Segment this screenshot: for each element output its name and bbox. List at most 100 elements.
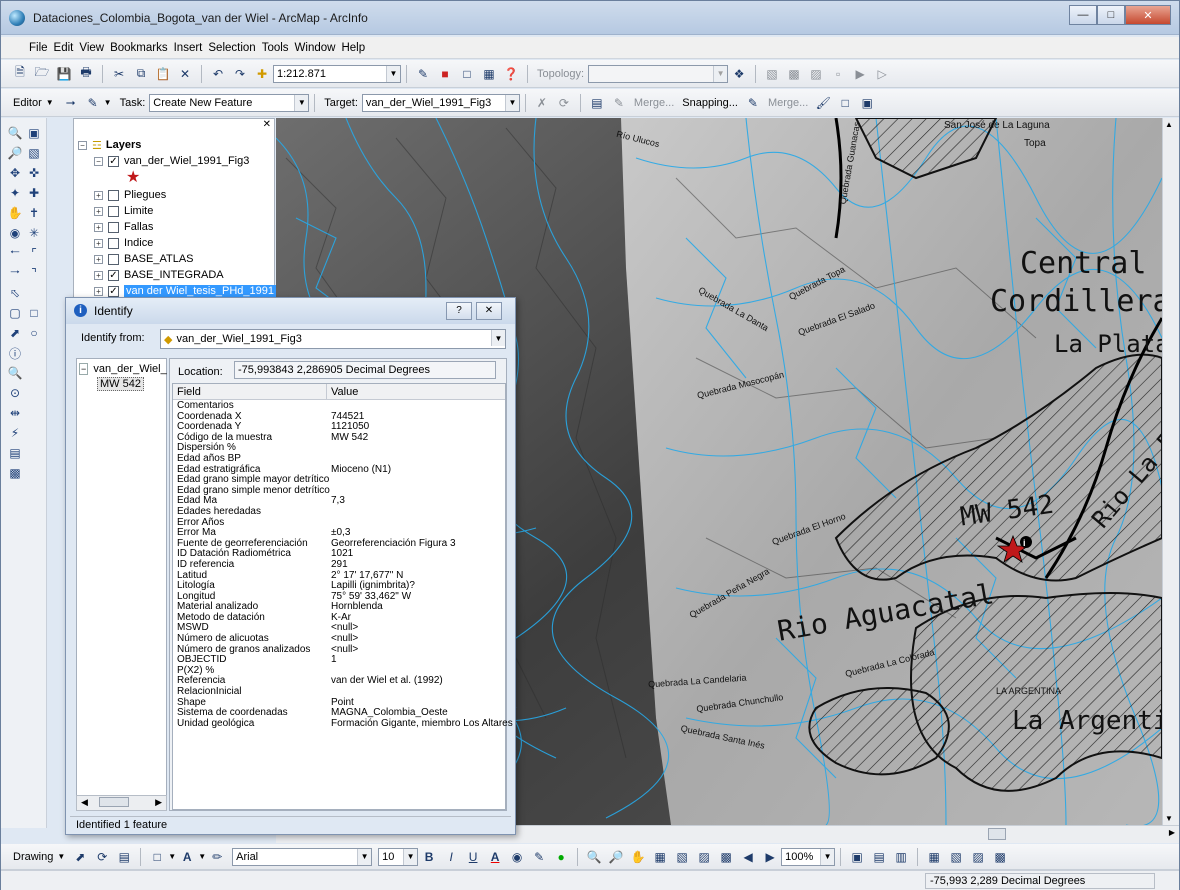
- expand-icon[interactable]: +: [94, 254, 103, 264]
- ungroup-icon[interactable]: ▩: [991, 848, 1009, 866]
- brush-icon[interactable]: 🖌: [814, 94, 832, 112]
- rectangle-icon[interactable]: □: [25, 304, 43, 322]
- scroll-thumb[interactable]: [988, 828, 1006, 840]
- pin-icon[interactable]: ✝: [25, 204, 43, 222]
- toc-layers-root[interactable]: − ☲ Layers: [78, 137, 141, 153]
- snapping-button[interactable]: Snapping...: [682, 97, 738, 109]
- italic-icon[interactable]: I: [442, 848, 460, 866]
- fill-color-icon[interactable]: ◉: [508, 848, 526, 866]
- forward-extent-icon[interactable]: 🠂: [6, 264, 24, 282]
- add-data-icon[interactable]: ✚: [253, 65, 271, 83]
- fixed-zoom-icon[interactable]: ▦: [651, 848, 669, 866]
- error-inspector-icon[interactable]: ▷: [873, 65, 891, 83]
- hand-pan-icon[interactable]: ✋: [6, 204, 24, 222]
- back-extent-icon[interactable]: 🠀: [6, 244, 24, 262]
- open-folder-icon[interactable]: 🗁: [33, 65, 51, 83]
- identify-from-combo[interactable]: ◆ van_der_Wiel_1991_Fig3 ▼: [160, 329, 506, 349]
- menu-file[interactable]: File: [29, 42, 48, 54]
- pan-cross-icon[interactable]: ✚: [25, 184, 43, 202]
- distribute-icon[interactable]: ▧: [947, 848, 965, 866]
- layer-checkbox[interactable]: [108, 205, 119, 217]
- align-icon[interactable]: ▦: [925, 848, 943, 866]
- zoom-100-icon[interactable]: ▩: [717, 848, 735, 866]
- table-row[interactable]: Unidad geológica Formación Gigante, miemb…: [173, 718, 513, 730]
- toc-layer[interactable]: + ✓ BASE_INTEGRADA: [94, 267, 224, 283]
- command-line-icon[interactable]: □: [458, 65, 476, 83]
- table-row[interactable]: ID referencia 291: [173, 559, 505, 571]
- layer-checkbox[interactable]: [108, 237, 119, 249]
- line-color-icon[interactable]: ✎: [530, 848, 548, 866]
- full-extent-icon[interactable]: ✦: [6, 184, 24, 202]
- pan-page-icon[interactable]: ✋: [629, 848, 647, 866]
- edit-tool-icon[interactable]: ⭢: [62, 94, 80, 112]
- field-column-header[interactable]: Field: [177, 386, 201, 398]
- tree-horizontal-scrollbar[interactable]: ◀ ▶: [76, 795, 167, 811]
- globe-icon[interactable]: ◉: [6, 224, 24, 242]
- copy-icon[interactable]: ⧉: [132, 65, 150, 83]
- attributes-icon[interactable]: ▤: [588, 94, 606, 112]
- rotate-icon[interactable]: ⟳: [93, 848, 111, 866]
- font-color-icon[interactable]: A: [486, 848, 504, 866]
- text-tool-icon[interactable]: A: [178, 848, 196, 866]
- validate-icon[interactable]: ▫: [829, 65, 847, 83]
- whats-this-icon[interactable]: ❓: [502, 65, 520, 83]
- change-layout-icon[interactable]: ▥: [892, 848, 910, 866]
- editor-toolbar-icon[interactable]: ✎: [414, 65, 432, 83]
- html-popup-icon[interactable]: ▤: [6, 444, 24, 462]
- expand-icon[interactable]: +: [94, 206, 103, 216]
- clear-selection-icon[interactable]: ▢: [6, 304, 24, 322]
- minimize-button[interactable]: —: [1069, 5, 1097, 25]
- font-size-combo[interactable]: 10 ▼: [378, 847, 419, 866]
- rectangle-icon[interactable]: □: [148, 848, 166, 866]
- save-icon[interactable]: 💾: [55, 65, 73, 83]
- sketch-tool-2-icon[interactable]: ✎: [744, 94, 762, 112]
- sketch-properties-icon[interactable]: ✎: [610, 94, 628, 112]
- undo-icon[interactable]: ↶: [209, 65, 227, 83]
- select-features-icon[interactable]: ⬁: [6, 284, 24, 302]
- measure-ruler-icon[interactable]: ⇹: [6, 404, 24, 422]
- split-tool-icon[interactable]: ✗: [533, 94, 551, 112]
- scroll-left-icon[interactable]: ◀: [81, 797, 88, 808]
- pan-extent-icon[interactable]: ✥: [6, 164, 24, 182]
- menu-help[interactable]: Help: [341, 42, 365, 54]
- menu-edit[interactable]: Edit: [54, 42, 74, 54]
- tree-feature-node[interactable]: MW 542: [97, 377, 144, 391]
- underline-icon[interactable]: U: [464, 848, 482, 866]
- target-combo[interactable]: van_der_Wiel_1991_Fig3 ▼: [361, 93, 520, 112]
- fixed-zoom-out-icon[interactable]: ▧: [25, 144, 43, 162]
- zoom-in-page-icon[interactable]: 🔍: [585, 848, 603, 866]
- bold-icon[interactable]: B: [420, 848, 438, 866]
- pan-tool-icon[interactable]: ✜: [25, 164, 43, 182]
- circle-icon[interactable]: ○: [25, 324, 43, 342]
- table-row[interactable]: Comentarios: [173, 400, 505, 412]
- close-button[interactable]: ✕: [476, 302, 502, 320]
- toc-layer[interactable]: − ✓ van_der_Wiel_1991_Fig3: [94, 153, 249, 169]
- edit-vertices-icon[interactable]: ✏: [208, 848, 226, 866]
- topology-combo[interactable]: ▼: [588, 64, 729, 83]
- expand-icon[interactable]: +: [94, 190, 103, 200]
- paste-icon[interactable]: 📋: [154, 65, 172, 83]
- expand-icon[interactable]: +: [94, 270, 103, 280]
- expand-icon[interactable]: +: [94, 286, 103, 296]
- rotate-tool-icon[interactable]: ⟳: [555, 94, 573, 112]
- redo-icon[interactable]: ↷: [231, 65, 249, 83]
- sketch-tool-icon[interactable]: ✎: [84, 94, 102, 112]
- merge-button-2[interactable]: Merge...: [768, 97, 808, 109]
- delete-icon[interactable]: ✕: [176, 65, 194, 83]
- menu-selection[interactable]: Selection: [208, 42, 255, 54]
- collapse-icon[interactable]: −: [78, 140, 87, 150]
- tree-layer-node[interactable]: − van_der_Wiel_: [79, 363, 167, 375]
- table-row[interactable]: Edad años BP: [173, 453, 505, 465]
- editor-menu[interactable]: Editor: [13, 97, 42, 109]
- value-column-header[interactable]: Value: [331, 386, 358, 398]
- table-row[interactable]: Edades heredadas: [173, 506, 505, 518]
- identify-title-bar[interactable]: i Identify ? ✕: [66, 298, 515, 324]
- scroll-right-icon[interactable]: ▶: [1169, 828, 1175, 837]
- font-combo[interactable]: Arial ▼: [232, 847, 373, 866]
- menu-bookmarks[interactable]: Bookmarks: [110, 42, 168, 54]
- measure-icon[interactable]: ⌜: [25, 244, 43, 262]
- fixed-zoom-out-icon[interactable]: ▧: [673, 848, 691, 866]
- zoom-out-page-icon[interactable]: 🔎: [607, 848, 625, 866]
- focus-frame-icon[interactable]: ▤: [870, 848, 888, 866]
- zoom-whole-page-icon[interactable]: ▤: [115, 848, 133, 866]
